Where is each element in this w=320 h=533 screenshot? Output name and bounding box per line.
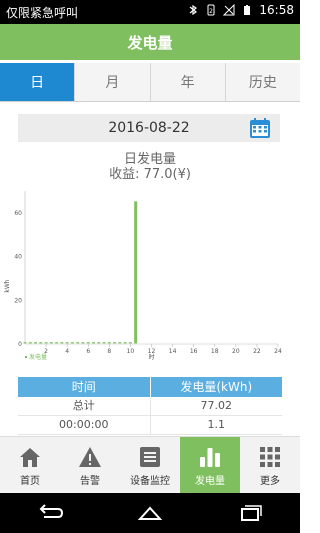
calendar-icon[interactable] (248, 116, 272, 140)
tab-history[interactable]: 历史 (226, 63, 300, 101)
selected-date: 2016-08-22 (108, 120, 190, 136)
tab-day[interactable]: 日 (0, 63, 76, 101)
status-bar: 仅限紧急呼叫 2 16:58 (0, 0, 300, 24)
nav-generation-label: 发电量 (195, 476, 225, 487)
header-energy: 发电量(kWh) (150, 377, 282, 397)
period-tabs: 日 月 年 历史 (0, 63, 300, 102)
date-picker[interactable]: 2016-08-22 (18, 114, 280, 142)
x-tick-label: 22 (253, 348, 261, 355)
tab-month-label: 月 (105, 75, 120, 91)
table-row: 总计 77.02 (18, 397, 282, 416)
status-icons: 2 16:58 (187, 3, 294, 17)
battery-icon (244, 5, 251, 15)
header-time: 时间 (18, 377, 151, 397)
carrier-text: 仅限紧急呼叫 (6, 6, 79, 20)
chart-bar (107, 342, 111, 344)
x-tick-label: 6 (86, 348, 90, 355)
chart-bar (81, 342, 85, 344)
table-row: 00:00:00 1.1 (18, 416, 282, 435)
cell-energy: 1.1 (207, 418, 226, 431)
chart-bar (76, 342, 80, 344)
chart-bar (39, 342, 43, 344)
nav-generation[interactable]: 发电量 (180, 437, 240, 494)
svg-text:2: 2 (209, 8, 213, 15)
bluetooth-icon (190, 4, 198, 16)
device-monitor-icon (140, 447, 160, 467)
x-tick-label: 8 (107, 348, 111, 355)
back-icon[interactable] (36, 503, 64, 523)
generation-chart: 0 20 40 60 kWh 2 4 6 8 10 12 14 16 18 20 22 24 时发电量 (0, 186, 300, 366)
chart-bar (123, 342, 127, 344)
no-signal-icon (223, 4, 235, 16)
x-axis-unit: 时 (148, 353, 154, 361)
x-tick-label: 20 (232, 348, 240, 355)
table-header: 时间 发电量(kWh) (18, 377, 282, 397)
chart-bar (34, 342, 38, 344)
cell-time: 总计 (18, 397, 151, 415)
cell-time: 00:00:00 (18, 416, 151, 434)
recents-icon[interactable] (236, 503, 264, 523)
nav-alarm-label: 告警 (80, 476, 100, 487)
chart-bar (65, 342, 69, 344)
chart-bar (60, 342, 64, 344)
warning-icon (79, 447, 101, 467)
nav-more[interactable]: 更多 (240, 437, 300, 494)
chart-bar (44, 342, 48, 344)
nav-device-monitor[interactable]: 设备监控 (120, 437, 180, 494)
chart-bar (86, 342, 90, 344)
y-tick-label: 20 (14, 297, 22, 304)
y-tick-label: 60 (14, 210, 22, 217)
home-button-icon[interactable] (136, 503, 164, 523)
app-bar: 发电量 (0, 24, 300, 60)
chart-bar (55, 342, 59, 344)
nav-alarm[interactable]: 告警 (60, 437, 120, 494)
chart-bar (102, 342, 106, 344)
y-axis-label: kWh (4, 279, 11, 292)
chart-bar (128, 342, 132, 344)
chart-bar (113, 342, 117, 344)
x-tick-label: 16 (190, 348, 198, 355)
chart-bar (49, 342, 53, 344)
more-grid-icon (260, 447, 280, 467)
income-text: 收益: 77.0(¥) (109, 167, 191, 182)
tab-month[interactable]: 月 (75, 63, 151, 101)
nav-device-monitor-label: 设备监控 (130, 476, 170, 487)
legend-swatch (25, 356, 27, 358)
x-tick-label: 14 (169, 348, 177, 355)
system-nav-bar (0, 493, 300, 533)
chart-bar (97, 342, 101, 344)
chart-svg: 0204060kWh2 4 6 8 10 12 14 16 18 20 22 24时发电量 (4, 191, 282, 361)
nav-home-label: 首页 (20, 476, 40, 487)
x-tick-label: 10 (127, 348, 135, 355)
page-title: 发电量 (127, 33, 173, 52)
tab-year-label: 年 (180, 75, 195, 91)
chart-bar (23, 342, 27, 344)
y-tick-label: 0 (18, 341, 22, 348)
bottom-nav: 首页 告警 设备监控 发电量 更多 (0, 436, 300, 494)
nav-more-label: 更多 (260, 476, 280, 487)
tab-history-label: 历史 (248, 75, 277, 91)
chart-bar (70, 342, 74, 344)
x-tick-label: 24 (274, 348, 282, 355)
nav-home[interactable]: 首页 (0, 437, 60, 494)
x-tick-label: 18 (211, 348, 219, 355)
y-tick-label: 40 (14, 254, 22, 261)
chart-bar (134, 201, 138, 344)
tab-year[interactable]: 年 (151, 63, 226, 101)
bar-chart-icon (200, 448, 220, 467)
status-time: 16:58 (259, 3, 294, 17)
tab-day-label: 日 (30, 75, 45, 91)
home-icon (20, 448, 40, 467)
legend-label: 发电量 (29, 353, 47, 361)
x-tick-label: 4 (65, 348, 69, 355)
chart-bar (92, 342, 96, 344)
cell-energy: 77.02 (200, 399, 233, 412)
generation-table: 时间 发电量(kWh) 总计 77.02 00:00:00 1.1 (18, 377, 282, 435)
chart-bar (28, 342, 32, 344)
chart-bar (118, 342, 122, 344)
vibrate-icon: 2 (207, 4, 215, 16)
